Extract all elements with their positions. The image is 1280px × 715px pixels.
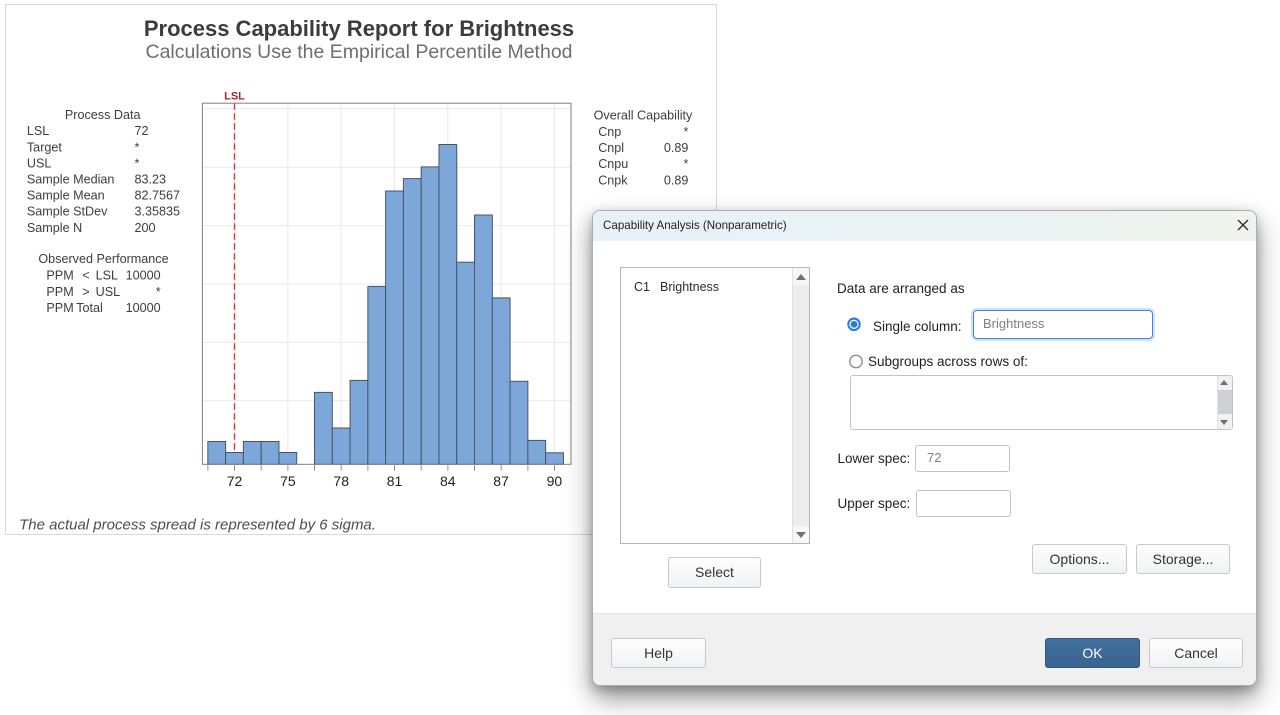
svg-text:3.35835: 3.35835 <box>135 205 181 219</box>
svg-text:*: * <box>156 285 161 299</box>
svg-text:Target: Target <box>27 140 63 154</box>
svg-text:10000: 10000 <box>126 301 161 315</box>
svg-text:Observed Performance: Observed Performance <box>38 252 168 266</box>
svg-text:0.89: 0.89 <box>664 173 689 187</box>
svg-text:90: 90 <box>547 473 563 489</box>
svg-text:Sample StDev: Sample StDev <box>27 205 108 219</box>
svg-text:Process Capability Report for: Process Capability Report for Brightness <box>144 16 574 41</box>
svg-text:Cnpl: Cnpl <box>598 141 624 155</box>
svg-text:PPM > USL: PPM > USL <box>46 285 120 299</box>
svg-text:*: * <box>135 156 140 170</box>
svg-text:84: 84 <box>440 473 456 489</box>
svg-text:Sample Mean: Sample Mean <box>27 189 105 203</box>
svg-text:200: 200 <box>135 221 156 235</box>
svg-text:87: 87 <box>493 473 509 489</box>
svg-text:Calculations Use the Empirical: Calculations Use the Empirical Percentil… <box>145 41 572 63</box>
svg-text:78: 78 <box>333 473 349 489</box>
svg-text:Cnp: Cnp <box>598 125 621 139</box>
svg-text:USL: USL <box>27 156 52 170</box>
svg-text:*: * <box>135 140 140 154</box>
svg-text:The actual process spread is r: The actual process spread is represented… <box>19 517 376 534</box>
svg-text:LSL: LSL <box>224 91 245 103</box>
svg-text:82.7567: 82.7567 <box>135 189 181 203</box>
svg-text:10000: 10000 <box>126 269 161 283</box>
svg-text:LSL: LSL <box>27 124 49 138</box>
svg-text:72: 72 <box>135 124 149 138</box>
svg-text:PPM Total: PPM Total <box>46 301 102 315</box>
svg-text:Process Data: Process Data <box>65 108 141 122</box>
svg-text:72: 72 <box>227 473 243 489</box>
svg-text:Cnpu: Cnpu <box>598 157 628 171</box>
svg-text:0.89: 0.89 <box>664 141 689 155</box>
svg-text:Overall Capability: Overall Capability <box>594 109 693 123</box>
svg-text:*: * <box>683 125 688 139</box>
svg-text:Cnpk: Cnpk <box>598 173 628 187</box>
svg-text:*: * <box>683 157 688 171</box>
svg-text:PPM < LSL: PPM < LSL <box>46 269 118 283</box>
svg-text:Sample Median: Sample Median <box>27 173 115 187</box>
svg-text:83.23: 83.23 <box>135 173 167 187</box>
svg-text:81: 81 <box>387 473 403 489</box>
svg-text:75: 75 <box>280 473 296 489</box>
svg-text:Sample N: Sample N <box>27 221 82 235</box>
